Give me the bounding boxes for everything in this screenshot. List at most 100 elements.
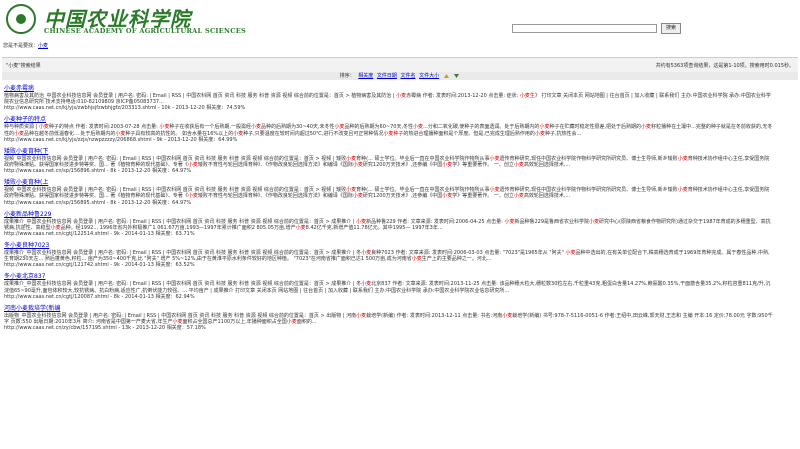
result-url: http://www.caas.net.cn/sp/156895.shtml -…: [4, 199, 192, 206]
snippet-text: 种子,只要温度在较时间内超过50℃,进行不改变且可正常种情况: [243, 130, 384, 137]
snippet-text: 种子,抗热性会...: [544, 130, 582, 137]
highlighted-term: 小麦: [14, 130, 25, 137]
search-result: 小麦新品种鲁229 成果推介_中国农业科技信息网 会员登录 | 用户名: 密码: …: [4, 211, 774, 238]
logo-english-name: CHINESE ACADEMY OF AGRICULTURAL SCIENCES: [44, 27, 246, 35]
result-snippet: 成果推介_中国农业科技信息网 会员登录 | 用户名: 密码: | Email |…: [4, 281, 774, 293]
did-you-mean-link[interactable]: 小麦: [38, 43, 48, 49]
highlighted-term: 小麦种子: [383, 130, 404, 137]
result-title-link[interactable]: 冬小麦良种7023: [4, 242, 774, 250]
snippet-text: 种子具有较高的抗性的。 如含水量在16%以上的: [125, 130, 234, 137]
highlighted-term: 小麦: [513, 162, 524, 169]
snippet-text: 生产上的主要品种之一。河北...: [421, 256, 492, 263]
snippet-text: 种子在贮藏时稳定性很差,把处于后熟期的: [549, 124, 642, 131]
caas-logo[interactable]: 中国农业科学院 CHINESE ACADEMY OF AGRICULTURAL …: [6, 3, 246, 37]
highlighted-term: 小麦: [38, 124, 49, 131]
snippet-text: 种与种质资源 |: [4, 124, 39, 131]
snippet-text: 矮败不育性与轮回选择育种》、《作物改良轮回选择方法》和编译《国际: [197, 162, 353, 169]
header: 中国农业科学院 CHINESE ACADEMY OF AGRICULTURAL …: [0, 0, 800, 40]
snippet-text: 品种的后熟期为30~40天,未冬性: [261, 124, 335, 131]
search-result: 河南小麦栽培学(新编 出版物_中国农业科技信息网 会员登录 | 用户名: 密码: …: [4, 305, 774, 332]
result-snippet: 植物病害及其防治_中国农业科技信息网 会员登录 | 用户名: 密码: | Ema…: [4, 93, 774, 105]
results-header: "小麦"搜索结果 共约有5363项查询结果，这是第1-10项。搜索用时0.015…: [2, 58, 798, 72]
snippet-text: 育种(... 硕士学位。毕业后一直在中国农业科学院作物所从事: [356, 155, 490, 162]
highlighted-term: 小麦: [250, 124, 261, 131]
result-snippet: 视频_中国农业科技信息网 会员登录 | 用户名: 密码: | Email | R…: [4, 187, 774, 199]
results-list: 小麦赤霉病 植物病害及其防治_中国农业科技信息网 会员登录 | 用户名: 密码: …: [2, 85, 798, 336]
snippet-text: 赤霉病 作者: 发表时间:2013-12-20 点击量: 症状:: [406, 93, 520, 99]
snippet-text: 学》等重要著作。 一、创立: [452, 193, 514, 200]
highlighted-term: 小麦: [233, 130, 244, 137]
highlighted-term: 小麦: [442, 193, 453, 200]
result-snippet: 成果推介_中国农业科技信息网 会员登录 | 用户名: 密码: | Email |…: [4, 219, 774, 231]
highlighted-term: 小麦生: [519, 93, 535, 99]
highlighted-term: 小麦: [489, 155, 500, 162]
search-button[interactable]: 搜索: [661, 23, 681, 34]
result-title-link[interactable]: 小麦新品种鲁229: [4, 211, 774, 219]
result-url: http://www.caas.net.cn/cgtj/122514.shtml…: [4, 231, 195, 238]
highlighted-term: 小麦: [396, 93, 407, 99]
sort-bar: 排序： 相关度 文件日期 文件名 文件大小: [2, 72, 798, 80]
snippet-text: 成果推介_中国农业科技信息网 会员登录 | 用户名: 密码: | Email |…: [4, 218, 357, 225]
snippet-text: 种子的特点 作者: 发表时间:2003-07-28 点击量:: [48, 124, 160, 131]
search-result: 矮败小麦育种(上 视频_中国农业科技信息网 会员登录 | 用户名: 密码: | E…: [4, 179, 774, 206]
snippet-text: 品种的后熟期为60~70天,冬性: [344, 124, 414, 131]
highlighted-term: 小麦: [442, 162, 453, 169]
snippet-text: 学》等重要著作。 一、创立: [452, 162, 514, 169]
snippet-text: 研究1200万天技术》,还参编《中国: [362, 193, 443, 200]
seal-icon: [6, 4, 36, 34]
highlighted-term: 小麦: [539, 124, 550, 131]
highlighted-term: 小麦: [411, 256, 422, 263]
highlighted-term: 小麦: [502, 312, 513, 319]
highlighted-term: 小麦: [677, 187, 688, 194]
highlighted-term: 小麦: [641, 124, 652, 131]
snippet-text: 视频_中国农业科技信息网 会员登录 | 用户名: 密码: | Email | R…: [4, 155, 347, 162]
result-title-link[interactable]: 小麦赤霉病: [4, 85, 774, 93]
snippet-text: 品种在越冬前低温春化... 处于后熟期内的: [24, 130, 116, 137]
highlighted-term: 小麦: [352, 193, 363, 200]
sort-filename[interactable]: 文件名: [401, 73, 416, 79]
sort-date[interactable]: 文件日期: [377, 73, 397, 79]
snippet-text: 高效轮回选择技术,...: [523, 162, 571, 169]
result-url: http://www.caas.net.cn/cgtj/120087.shtml…: [4, 293, 195, 300]
result-title-link[interactable]: 河南小麦栽培学(新编: [4, 305, 774, 313]
snippet-text: 新品种鲁229 作者: 文章来源: 发表时间:2006-04-25 点击量:: [366, 218, 505, 225]
sort-descending-icon[interactable]: [454, 73, 460, 78]
highlighted-term: 小麦: [286, 319, 297, 326]
highlighted-term: 小麦: [513, 193, 524, 200]
snippet-text: 高效轮回选择技术,...: [523, 193, 571, 200]
snippet-text: 种子在收获后有一个后熟期,一般需经: [169, 124, 251, 131]
result-snippet: 出版物_中国农业科技信息网 会员登录 | 用户名: 密码: | Email | …: [4, 313, 774, 325]
search-result: 矮败小麦育种(下 视频_中国农业科技信息网 会员登录 | 用户名: 密码: | E…: [4, 148, 774, 175]
sort-ascending-icon[interactable]: [443, 73, 449, 78]
search-result: 冬小麦北京837 成果推介_中国农业科技信息网 会员登录 | 用户名: 密码: |…: [4, 273, 774, 300]
highlighted-term: 小麦: [534, 130, 545, 137]
highlighted-term: 小麦: [504, 218, 515, 225]
highlighted-term: 小麦: [356, 312, 367, 319]
result-url: http://www.caas.net.cn/zy/cbw/157195.sht…: [4, 325, 206, 332]
highlighted-term: 小麦: [352, 162, 363, 169]
result-url: http://www.caas.net.cn/sp/156896.shtml -…: [4, 168, 192, 175]
highlighted-term: 小麦: [295, 224, 306, 231]
highlighted-term: 小麦: [589, 218, 600, 225]
snippet-text: 品种。经1992... 1996年省内外积极推广1 061.67万亩,1993—…: [60, 224, 296, 231]
did-you-mean: 您是不是要找：小麦: [3, 42, 48, 49]
result-snippet: 视频_中国农业科技信息网 会员登录 | 用户名: 密码: | Email | R…: [4, 156, 774, 168]
search-input[interactable]: [512, 24, 657, 33]
snippet-text: 遗传育种研究,现任中国农业科学院作物科学研究所研究员、博士生导师,新乡矮败: [499, 155, 678, 162]
results-panel: "小麦"搜索结果 共约有5363项查询结果，这是第1-10项。搜索用时0.015…: [2, 57, 798, 449]
highlighted-term: 小麦: [50, 224, 61, 231]
snippet-text: 矮败不育性与轮回选择育种》、《作物改良轮回选择方法》和编译《国际: [197, 193, 353, 200]
snippet-text: 研究1200万天技术》,还参编《中国: [362, 162, 443, 169]
highlighted-term: 小麦: [334, 124, 345, 131]
results-stats: 共约有5363项查询结果，这是第1-10项。搜索用时0.015秒。: [655, 63, 794, 69]
result-title-link[interactable]: 矮败小麦育种(下: [4, 148, 774, 156]
highlighted-term: 小麦: [361, 281, 372, 288]
highlighted-term: 小麦: [413, 124, 424, 131]
result-snippet: 成果推介_中国农业科技信息网 会员登录 | 用户名: 密码: | Email |…: [4, 250, 774, 262]
search-result: 冬小麦良种7023 成果推介_中国农业科技信息网 会员登录 | 用户名: 密码: …: [4, 242, 774, 269]
result-url: http://www.caas.net.cn/cgtj/121742.shtml…: [4, 262, 195, 269]
highlighted-term: 小麦: [346, 155, 357, 162]
sort-relevance[interactable]: 相关度: [358, 73, 373, 79]
results-title: "小麦"搜索结果: [6, 63, 41, 69]
sort-filesize[interactable]: 文件大小: [419, 73, 439, 79]
